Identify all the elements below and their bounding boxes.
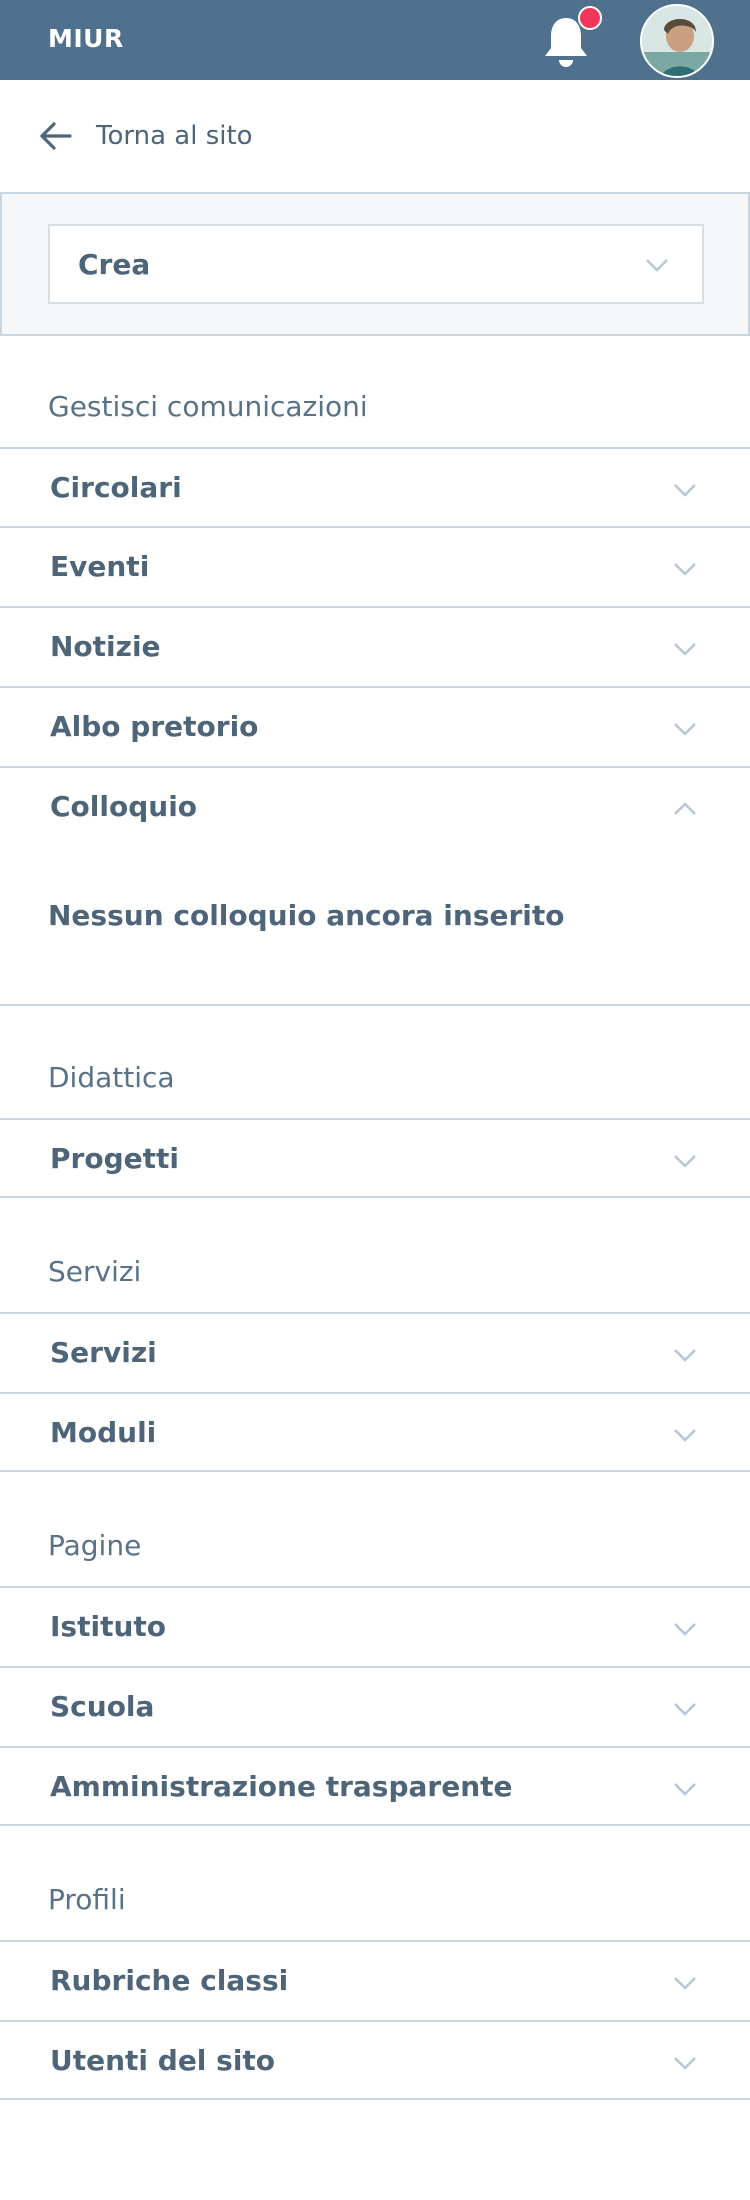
crea-panel: Crea xyxy=(0,192,750,336)
sidebar-item-circolari[interactable]: Circolari xyxy=(0,447,750,527)
avatar[interactable] xyxy=(640,4,714,78)
chevron-down-icon xyxy=(674,1977,696,1990)
chevron-down-icon xyxy=(674,563,696,576)
section-title-profili: Profili xyxy=(48,1883,126,1916)
sidebar-item-label: Eventi xyxy=(50,550,150,583)
sidebar-item-amministrazione-trasparente[interactable]: Amministrazione trasparente xyxy=(0,1746,750,1826)
chevron-down-icon xyxy=(674,2057,696,2070)
sidebar-item-label: Amministrazione trasparente xyxy=(50,1770,513,1803)
sidebar-item-label: Circolari xyxy=(50,471,182,504)
section-title-servizi: Servizi xyxy=(48,1255,142,1288)
sidebar-item-colloquio[interactable]: Colloquio xyxy=(0,766,750,846)
chevron-down-icon xyxy=(674,643,696,656)
chevron-down-icon xyxy=(674,1623,696,1636)
sidebar-item-label: Scuola xyxy=(50,1690,155,1723)
sidebar-item-label: Notizie xyxy=(50,630,161,663)
chevron-down-icon xyxy=(674,1155,696,1168)
back-link-label: Torna al sito xyxy=(96,121,253,151)
sidebar-item-notizie[interactable]: Notizie xyxy=(0,606,750,686)
chevron-down-icon xyxy=(674,1429,696,1442)
notification-badge xyxy=(578,6,602,30)
sidebar-item-eventi[interactable]: Eventi xyxy=(0,526,750,606)
sidebar-item-label: Rubriche classi xyxy=(50,1964,289,1997)
colloquio-empty-message: Nessun colloquio ancora inserito xyxy=(48,899,565,932)
section-title-gestisci-comunicazioni: Gestisci comunicazioni xyxy=(48,390,368,423)
sidebar-item-label: Progetti xyxy=(50,1142,179,1175)
sidebar-item-label: Moduli xyxy=(50,1416,157,1449)
chevron-down-icon xyxy=(674,723,696,736)
chevron-down-icon xyxy=(674,1783,696,1796)
sidebar-item-label: Colloquio xyxy=(50,790,198,823)
sidebar-item-moduli[interactable]: Moduli xyxy=(0,1392,750,1472)
chevron-down-icon xyxy=(646,259,668,272)
colloquio-panel: Nessun colloquio ancora inserito xyxy=(0,847,750,1006)
back-to-site-link[interactable]: Torna al sito xyxy=(36,112,296,160)
brand-label[interactable]: MIUR xyxy=(48,24,124,53)
chevron-down-icon xyxy=(674,484,696,497)
sidebar-item-istituto[interactable]: Istituto xyxy=(0,1586,750,1666)
chevron-up-icon xyxy=(674,802,696,815)
sidebar-item-label: Albo pretorio xyxy=(50,710,259,743)
sidebar-item-albo-pretorio[interactable]: Albo pretorio xyxy=(0,686,750,766)
crea-dropdown[interactable]: Crea xyxy=(48,224,704,304)
sidebar-item-scuola[interactable]: Scuola xyxy=(0,1666,750,1746)
crea-dropdown-label: Crea xyxy=(78,248,151,281)
sidebar-item-servizi[interactable]: Servizi xyxy=(0,1312,750,1392)
sidebar-item-label: Istituto xyxy=(50,1610,167,1643)
top-bar: MIUR xyxy=(0,0,750,80)
sidebar-item-rubriche-classi[interactable]: Rubriche classi xyxy=(0,1940,750,2020)
sidebar-item-label: Servizi xyxy=(50,1336,157,1369)
sidebar-item-progetti[interactable]: Progetti xyxy=(0,1118,750,1198)
chevron-down-icon xyxy=(674,1349,696,1362)
section-title-didattica: Didattica xyxy=(48,1061,175,1094)
section-title-pagine: Pagine xyxy=(48,1529,142,1562)
sidebar-item-label: Utenti del sito xyxy=(50,2044,276,2077)
chevron-down-icon xyxy=(674,1703,696,1716)
sidebar-item-utenti-del-sito[interactable]: Utenti del sito xyxy=(0,2020,750,2100)
arrow-left-icon xyxy=(40,122,72,150)
